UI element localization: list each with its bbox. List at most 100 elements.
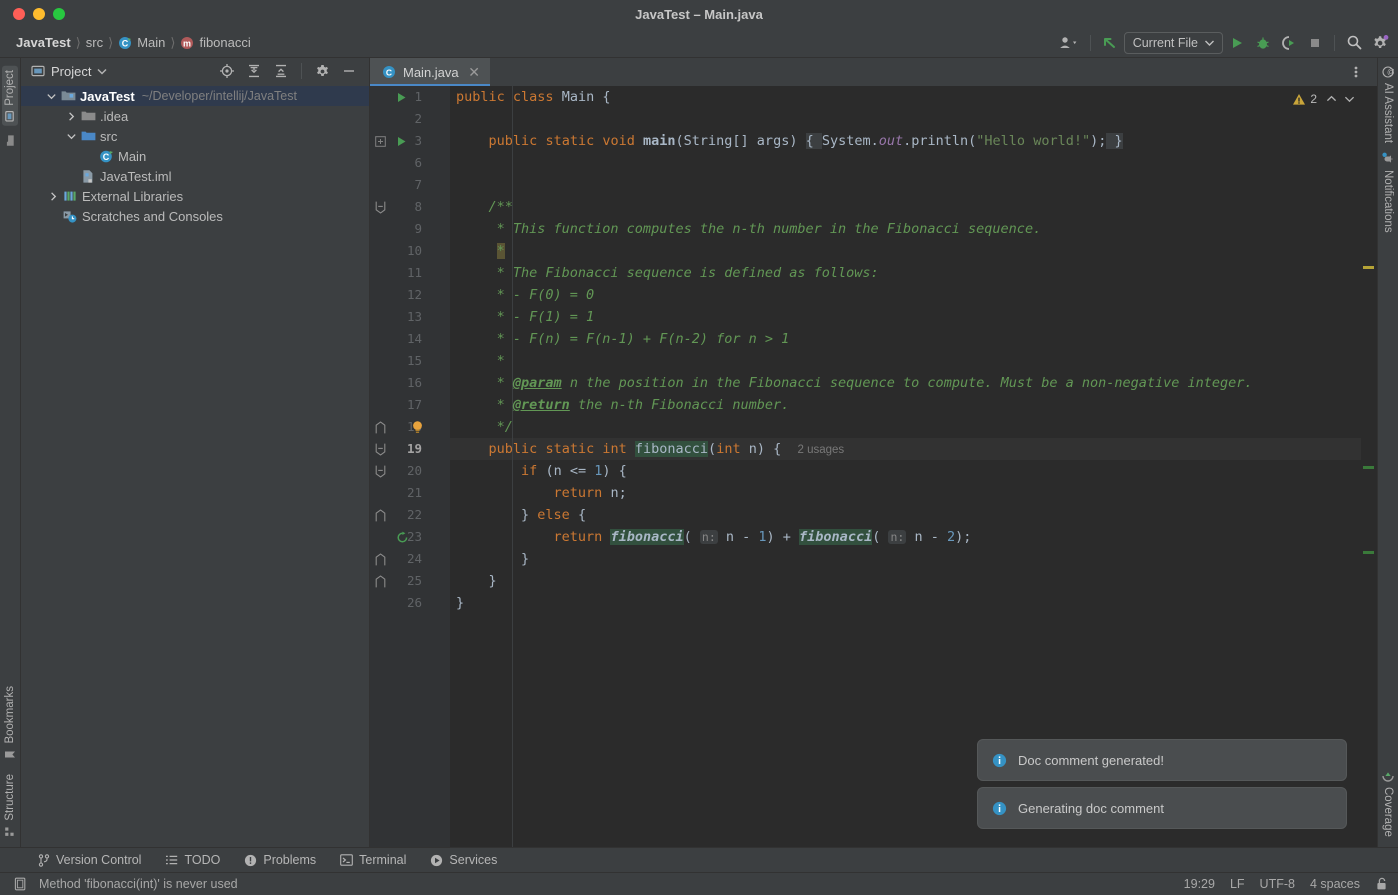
debug-icon[interactable]	[1251, 31, 1275, 55]
close-icon[interactable]: ✕	[468, 64, 481, 81]
svg-text:m: m	[183, 38, 191, 48]
inspection-widget[interactable]: 2	[1292, 92, 1355, 106]
breadcrumb-item-project[interactable]: JavaTest	[12, 35, 75, 50]
expand-all-icon[interactable]	[242, 59, 266, 83]
error-stripe-scrollbar[interactable]	[1361, 86, 1377, 847]
tool-window-todo[interactable]: TODO	[153, 853, 232, 867]
sidebar-item-coverage[interactable]: Coverage	[1382, 770, 1394, 837]
intention-bulb-icon[interactable]	[411, 416, 424, 438]
notification-text: Doc comment generated!	[1018, 753, 1164, 768]
recursive-call-gutter-icon[interactable]	[396, 526, 409, 548]
editor-viewport[interactable]: 2 1 2 3 6 7 8 9 10	[370, 86, 1377, 847]
chevron-down-icon[interactable]	[97, 68, 107, 75]
line-number: 24	[407, 548, 422, 570]
sidebar-item-folder[interactable]	[4, 135, 16, 146]
error-stripe-changed[interactable]	[1363, 551, 1374, 554]
tab-main-java[interactable]: C Main.java ✕	[370, 58, 490, 86]
line-separator[interactable]: LF	[1230, 877, 1245, 891]
chevron-right-icon[interactable]	[45, 192, 61, 201]
tool-window-problems[interactable]: Problems	[232, 853, 328, 867]
line-number: 8	[414, 196, 422, 218]
settings-gear-icon[interactable]	[310, 59, 334, 83]
code-line-19: public static int fibonacci(int n) { 2 u…	[450, 438, 1361, 460]
tree-node-src[interactable]: src	[21, 126, 369, 146]
tree-node-idea[interactable]: .idea	[21, 106, 369, 126]
updates-arrow-icon[interactable]	[1098, 31, 1122, 55]
editor-code[interactable]: public class Main { public static void m…	[450, 86, 1361, 847]
breadcrumb-item-src[interactable]: src	[82, 35, 107, 50]
fold-collapse-start-icon[interactable]	[370, 460, 390, 482]
hide-tool-window-icon[interactable]	[337, 59, 361, 83]
fold-collapse-end-icon[interactable]	[370, 504, 390, 526]
tree-node-external-libraries[interactable]: External Libraries	[21, 186, 369, 206]
settings-gear-icon[interactable]	[1368, 31, 1392, 55]
run-icon[interactable]	[1225, 31, 1249, 55]
sidebar-item-project[interactable]: Project	[2, 66, 18, 126]
account-icon[interactable]	[1055, 31, 1083, 55]
tool-window-services[interactable]: Services	[418, 853, 509, 867]
more-options-icon[interactable]	[1344, 60, 1368, 84]
search-everywhere-icon[interactable]	[1342, 31, 1366, 55]
tool-window-terminal[interactable]: Terminal	[328, 853, 418, 867]
tree-node-label: JavaTest.iml	[100, 169, 172, 184]
stop-icon[interactable]	[1303, 31, 1327, 55]
memory-icon[interactable]	[14, 877, 27, 891]
run-gutter-icon[interactable]	[396, 130, 407, 152]
line-number: 11	[407, 262, 422, 284]
error-stripe-warning[interactable]	[1363, 266, 1374, 269]
editor-tab-bar: C Main.java ✕	[370, 58, 1377, 86]
title-bar: JavaTest – Main.java	[0, 0, 1398, 28]
indent-setting[interactable]: 4 spaces	[1310, 877, 1360, 891]
fold-collapse-end-icon[interactable]	[370, 570, 390, 592]
sidebar-item-ai-assistant[interactable]: @ AI Assistant	[1382, 66, 1394, 143]
fold-collapse-start-icon[interactable]	[370, 196, 390, 218]
run-gutter-icon[interactable]	[396, 86, 407, 108]
line-number: 15	[407, 350, 422, 372]
lock-icon[interactable]	[1375, 877, 1388, 891]
services-icon	[430, 854, 443, 867]
breadcrumb-item-class[interactable]: C Main	[114, 35, 169, 50]
right-tool-strip: @ AI Assistant Notifications	[1377, 58, 1398, 847]
tree-node-javatest[interactable]: JavaTest ~/Developer/intellij/JavaTest	[21, 86, 369, 106]
tree-node-scratches[interactable]: Scratches and Consoles	[21, 206, 369, 226]
chevron-down-icon[interactable]	[1344, 95, 1355, 103]
chevron-down-icon[interactable]	[63, 133, 79, 140]
tool-window-version-control[interactable]: Version Control	[26, 853, 153, 867]
tree-node-iml[interactable]: JavaTest.iml	[21, 166, 369, 186]
tree-node-path: ~/Developer/intellij/JavaTest	[142, 89, 297, 103]
close-window-button[interactable]	[13, 8, 25, 20]
chevron-right-icon[interactable]	[63, 112, 79, 121]
fold-collapse-end-icon[interactable]	[370, 548, 390, 570]
editor-area: C Main.java ✕	[370, 58, 1377, 847]
sidebar-item-bookmarks[interactable]: Bookmarks	[4, 686, 16, 761]
chevron-down-icon[interactable]	[43, 93, 59, 100]
toolbar-divider	[301, 63, 302, 79]
fold-collapse-start-icon[interactable]	[370, 438, 390, 460]
problems-icon	[244, 854, 257, 867]
collapse-all-icon[interactable]	[269, 59, 293, 83]
select-opened-file-icon[interactable]	[215, 59, 239, 83]
editor-fold-column[interactable]	[430, 86, 450, 847]
line-number-current: 19	[407, 438, 422, 460]
chevron-up-icon[interactable]	[1326, 95, 1337, 103]
notification-generating-doc[interactable]: Generating doc comment	[977, 787, 1347, 829]
fold-expand-icon[interactable]	[370, 130, 390, 152]
breadcrumb-item-method[interactable]: m fibonacci	[176, 35, 254, 50]
tree-node-main[interactable]: C Main	[21, 146, 369, 166]
error-stripe-changed[interactable]	[1363, 466, 1374, 469]
code-line-23: return fibonacci( n: n - 1) + fibonacci(…	[450, 526, 1361, 548]
run-with-coverage-icon[interactable]	[1277, 31, 1301, 55]
project-tool-icon	[31, 64, 45, 78]
sidebar-item-notifications[interactable]: Notifications	[1382, 152, 1395, 233]
minimize-window-button[interactable]	[33, 8, 45, 20]
file-encoding[interactable]: UTF-8	[1260, 877, 1295, 891]
tree-node-label: JavaTest	[80, 89, 135, 104]
zoom-window-button[interactable]	[53, 8, 65, 20]
notification-doc-generated[interactable]: Doc comment generated!	[977, 739, 1347, 781]
line-number: 21	[407, 482, 422, 504]
sidebar-item-label: Coverage	[1382, 787, 1394, 837]
sidebar-item-structure[interactable]: Structure	[4, 774, 16, 837]
caret-position[interactable]: 19:29	[1184, 877, 1215, 891]
fold-collapse-end-icon[interactable]	[370, 416, 390, 438]
run-configuration-selector[interactable]: Current File	[1124, 32, 1223, 54]
